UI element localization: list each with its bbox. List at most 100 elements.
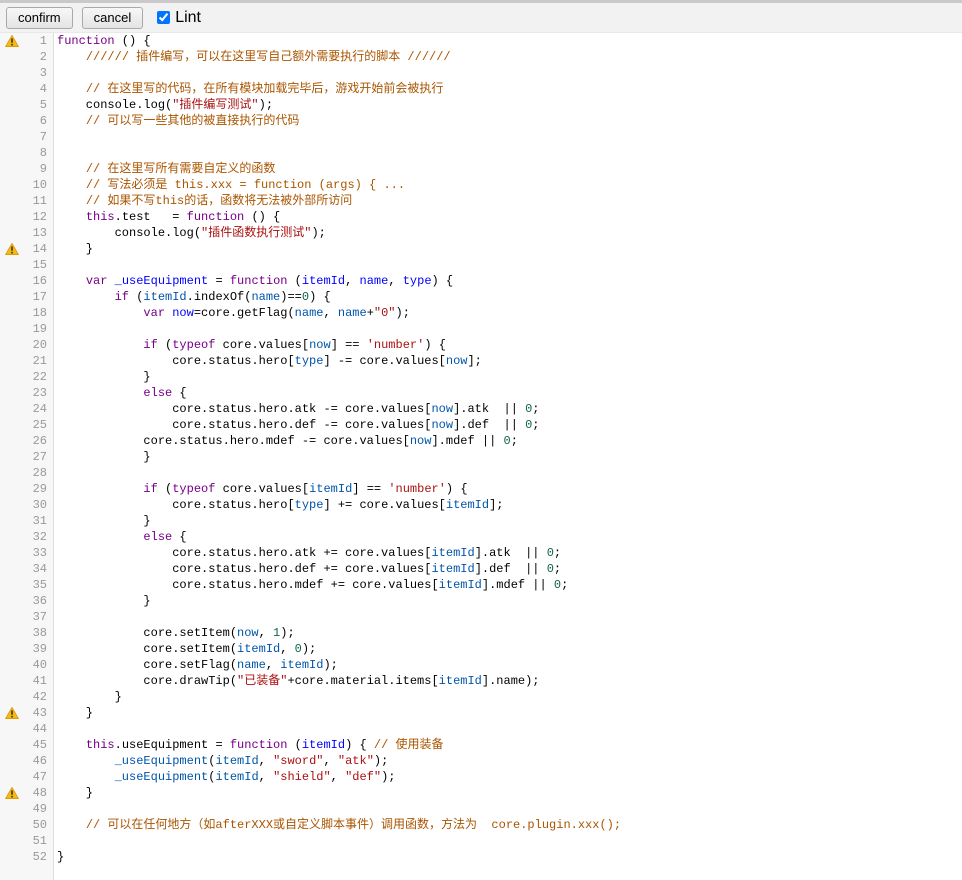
code-line[interactable]: 33 core.status.hero.atk += core.values[i… bbox=[0, 545, 962, 561]
code-line[interactable]: 52} bbox=[0, 849, 962, 865]
code-line[interactable]: 38 core.setItem(now, 1); bbox=[0, 625, 962, 641]
code-text[interactable]: core.status.hero.def -= core.values[now]… bbox=[54, 417, 540, 433]
code-line[interactable]: 40 core.setFlag(name, itemId); bbox=[0, 657, 962, 673]
code-text[interactable]: core.status.hero.mdef += core.values[ite… bbox=[54, 577, 568, 593]
code-line[interactable]: 12 this.test = function () { bbox=[0, 209, 962, 225]
code-text[interactable]: if (itemId.indexOf(name)==0) { bbox=[54, 289, 331, 305]
code-text[interactable]: console.log("插件编写测试"); bbox=[54, 97, 273, 113]
code-line[interactable]: 16 var _useEquipment = function (itemId,… bbox=[0, 273, 962, 289]
code-text[interactable]: _useEquipment(itemId, "sword", "atk"); bbox=[54, 753, 388, 769]
code-text[interactable]: this.test = function () { bbox=[54, 209, 280, 225]
code-text[interactable]: core.drawTip("已装备"+core.material.items[i… bbox=[54, 673, 540, 689]
code-text[interactable]: if (typeof core.values[itemId] == 'numbe… bbox=[54, 481, 468, 497]
code-line[interactable]: 44 bbox=[0, 721, 962, 737]
code-line[interactable]: 45 this.useEquipment = function (itemId)… bbox=[0, 737, 962, 753]
code-text[interactable]: if (typeof core.values[now] == 'number')… bbox=[54, 337, 446, 353]
code-text[interactable]: _useEquipment(itemId, "shield", "def"); bbox=[54, 769, 396, 785]
code-text[interactable]: core.status.hero[type] += core.values[it… bbox=[54, 497, 504, 513]
cancel-button[interactable]: cancel bbox=[82, 7, 144, 29]
code-text[interactable]: ////// 插件编写，可以在这里写自己额外需要执行的脚本 ////// bbox=[54, 49, 451, 65]
code-line[interactable]: 46 _useEquipment(itemId, "sword", "atk")… bbox=[0, 753, 962, 769]
code-text[interactable]: core.status.hero.mdef -= core.values[now… bbox=[54, 433, 518, 449]
code-line[interactable]: 50 // 可以在任何地方（如afterXXX或自定义脚本事件）调用函数，方法为… bbox=[0, 817, 962, 833]
code-editor[interactable]: 1function () {2 ////// 插件编写，可以在这里写自己额外需要… bbox=[0, 33, 962, 880]
code-line[interactable]: 19 bbox=[0, 321, 962, 337]
code-line[interactable]: 42 } bbox=[0, 689, 962, 705]
code-line[interactable]: 17 if (itemId.indexOf(name)==0) { bbox=[0, 289, 962, 305]
code-line[interactable]: 5 console.log("插件编写测试"); bbox=[0, 97, 962, 113]
code-line[interactable]: 29 if (typeof core.values[itemId] == 'nu… bbox=[0, 481, 962, 497]
code-text[interactable]: this.useEquipment = function (itemId) { … bbox=[54, 737, 444, 753]
code-line[interactable]: 43 } bbox=[0, 705, 962, 721]
code-text[interactable]: var _useEquipment = function (itemId, na… bbox=[54, 273, 453, 289]
code-text[interactable]: core.setFlag(name, itemId); bbox=[54, 657, 338, 673]
code-text[interactable]: core.setItem(now, 1); bbox=[54, 625, 295, 641]
lint-warning-icon[interactable] bbox=[0, 241, 25, 257]
code-line[interactable]: 20 if (typeof core.values[now] == 'numbe… bbox=[0, 337, 962, 353]
code-line[interactable]: 36 } bbox=[0, 593, 962, 609]
code-line[interactable]: 37 bbox=[0, 609, 962, 625]
code-text[interactable]: } bbox=[54, 849, 64, 865]
code-line[interactable]: 22 } bbox=[0, 369, 962, 385]
code-line[interactable]: 51 bbox=[0, 833, 962, 849]
confirm-button[interactable]: confirm bbox=[6, 7, 73, 29]
lint-warning-icon[interactable] bbox=[0, 705, 25, 721]
code-line[interactable]: 8 bbox=[0, 145, 962, 161]
code-line[interactable]: 3 bbox=[0, 65, 962, 81]
code-line[interactable]: 47 _useEquipment(itemId, "shield", "def"… bbox=[0, 769, 962, 785]
code-line[interactable]: 13 console.log("插件函数执行测试"); bbox=[0, 225, 962, 241]
code-text[interactable]: core.status.hero.def += core.values[item… bbox=[54, 561, 561, 577]
code-line[interactable]: 28 bbox=[0, 465, 962, 481]
code-line[interactable]: 26 core.status.hero.mdef -= core.values[… bbox=[0, 433, 962, 449]
code-line[interactable]: 32 else { bbox=[0, 529, 962, 545]
code-text[interactable]: } bbox=[54, 369, 151, 385]
code-text[interactable]: console.log("插件函数执行测试"); bbox=[54, 225, 326, 241]
code-text[interactable]: var now=core.getFlag(name, name+"0"); bbox=[54, 305, 410, 321]
code-text[interactable]: else { bbox=[54, 385, 187, 401]
code-line[interactable]: 9 // 在这里写所有需要自定义的函数 bbox=[0, 161, 962, 177]
code-line[interactable]: 24 core.status.hero.atk -= core.values[n… bbox=[0, 401, 962, 417]
code-line[interactable]: 23 else { bbox=[0, 385, 962, 401]
code-line[interactable]: 10 // 写法必须是 this.xxx = function (args) {… bbox=[0, 177, 962, 193]
code-text[interactable]: } bbox=[54, 513, 151, 529]
code-text[interactable]: } bbox=[54, 785, 93, 801]
code-line[interactable]: 34 core.status.hero.def += core.values[i… bbox=[0, 561, 962, 577]
lint-warning-icon[interactable] bbox=[0, 33, 25, 49]
code-text[interactable]: } bbox=[54, 449, 151, 465]
code-line[interactable]: 2 ////// 插件编写，可以在这里写自己额外需要执行的脚本 ////// bbox=[0, 49, 962, 65]
code-line[interactable]: 11 // 如果不写this的话，函数将无法被外部所访问 bbox=[0, 193, 962, 209]
code-line[interactable]: 15 bbox=[0, 257, 962, 273]
code-line[interactable]: 18 var now=core.getFlag(name, name+"0"); bbox=[0, 305, 962, 321]
code-line[interactable]: 27 } bbox=[0, 449, 962, 465]
code-text[interactable]: // 如果不写this的话，函数将无法被外部所访问 bbox=[54, 193, 352, 209]
code-text[interactable]: // 可以写一些其他的被直接执行的代码 bbox=[54, 113, 299, 129]
code-text[interactable]: } bbox=[54, 705, 93, 721]
code-line[interactable]: 14 } bbox=[0, 241, 962, 257]
code-text[interactable]: // 在这里写的代码，在所有模块加载完毕后，游戏开始前会被执行 bbox=[54, 81, 443, 97]
code-line[interactable]: 6 // 可以写一些其他的被直接执行的代码 bbox=[0, 113, 962, 129]
code-line[interactable]: 7 bbox=[0, 129, 962, 145]
code-text[interactable]: else { bbox=[54, 529, 187, 545]
code-text[interactable]: } bbox=[54, 593, 151, 609]
code-text[interactable]: // 在这里写所有需要自定义的函数 bbox=[54, 161, 275, 177]
code-line[interactable]: 25 core.status.hero.def -= core.values[n… bbox=[0, 417, 962, 433]
lint-warning-icon[interactable] bbox=[0, 785, 25, 801]
code-text[interactable]: core.status.hero.atk -= core.values[now]… bbox=[54, 401, 540, 417]
code-line[interactable]: 1function () { bbox=[0, 33, 962, 49]
code-line[interactable]: 49 bbox=[0, 801, 962, 817]
lint-checkbox[interactable] bbox=[157, 11, 170, 24]
code-line[interactable]: 39 core.setItem(itemId, 0); bbox=[0, 641, 962, 657]
code-line[interactable]: 30 core.status.hero[type] += core.values… bbox=[0, 497, 962, 513]
code-text[interactable]: core.status.hero[type] -= core.values[no… bbox=[54, 353, 482, 369]
code-text[interactable]: // 可以在任何地方（如afterXXX或自定义脚本事件）调用函数，方法为 co… bbox=[54, 817, 621, 833]
code-text[interactable]: } bbox=[54, 241, 93, 257]
code-line[interactable]: 48 } bbox=[0, 785, 962, 801]
code-text[interactable]: } bbox=[54, 689, 122, 705]
code-line[interactable]: 35 core.status.hero.mdef += core.values[… bbox=[0, 577, 962, 593]
code-line[interactable]: 4 // 在这里写的代码，在所有模块加载完毕后，游戏开始前会被执行 bbox=[0, 81, 962, 97]
code-text[interactable]: core.setItem(itemId, 0); bbox=[54, 641, 316, 657]
code-line[interactable]: 21 core.status.hero[type] -= core.values… bbox=[0, 353, 962, 369]
code-text[interactable]: function () { bbox=[54, 33, 151, 49]
code-text[interactable]: core.status.hero.atk += core.values[item… bbox=[54, 545, 561, 561]
code-text[interactable]: // 写法必须是 this.xxx = function (args) { ..… bbox=[54, 177, 405, 193]
